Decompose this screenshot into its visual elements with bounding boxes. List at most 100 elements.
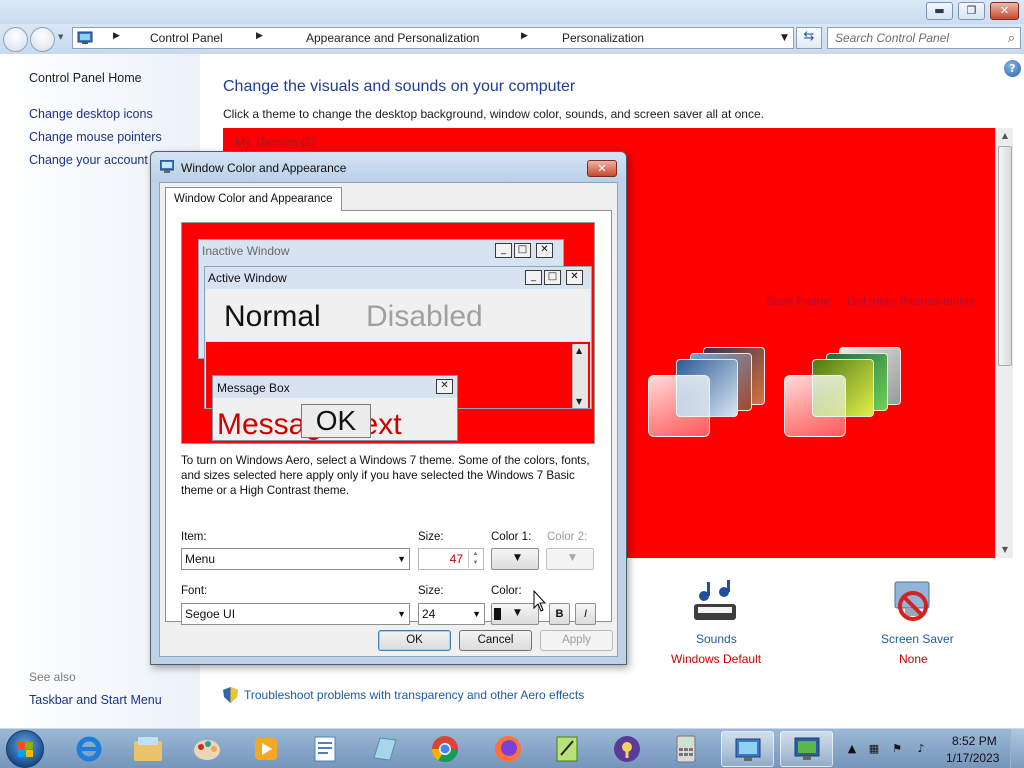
troubleshoot-aero-link[interactable]: Troubleshoot problems with transparency …	[244, 688, 584, 702]
sounds-link[interactable]: Sounds	[696, 632, 737, 646]
item-size-stepper[interactable]: 47 ▲ ▼	[418, 548, 484, 570]
save-theme-link[interactable]: Save theme	[766, 294, 830, 308]
dialog-titlebar[interactable]: Window Color and Appearance ✕	[151, 152, 626, 182]
get-more-themes-link[interactable]: Get more themes online	[847, 294, 975, 308]
theme-list-scrollbar[interactable]: ▲ ▼	[995, 128, 1013, 558]
clock-date[interactable]: 1/17/2023	[946, 751, 999, 765]
notepad-plus-plus-icon[interactable]	[543, 731, 591, 767]
address-bar[interactable]: ▶ Control Panel ▶ Appearance and Persona…	[72, 27, 794, 49]
message-box-title: Message Box	[217, 381, 290, 395]
show-desktop-button[interactable]	[1010, 729, 1024, 768]
theme-tile[interactable]	[784, 345, 901, 437]
windows-logo-icon	[18, 742, 33, 757]
breadcrumb-separator-icon[interactable]: ▶	[521, 31, 528, 41]
network-icon[interactable]: ▦	[867, 742, 881, 756]
close-icon: ✕	[436, 379, 453, 394]
stepper-arrows-icon[interactable]: ▲ ▼	[468, 550, 482, 568]
normal-text-sample: Normal	[224, 300, 321, 333]
search-icon[interactable]: ⌕	[1008, 30, 1015, 46]
control-panel-home-link[interactable]: Control Panel Home	[29, 71, 142, 85]
paint-icon[interactable]	[183, 731, 231, 767]
control-panel-taskbar-icon[interactable]	[721, 731, 774, 767]
media-player-icon[interactable]	[242, 731, 290, 767]
chrome-icon[interactable]	[421, 731, 469, 767]
calculator-icon[interactable]	[662, 731, 710, 767]
preview-scrollbar: ▲ ▼	[572, 344, 588, 408]
back-button[interactable]	[3, 27, 28, 52]
screen-saver-link[interactable]: Screen Saver	[881, 632, 954, 646]
breadcrumb-personalization[interactable]: Personalization	[562, 31, 644, 45]
internet-explorer-icon[interactable]	[65, 731, 113, 767]
breadcrumb-control-panel[interactable]: Control Panel	[150, 31, 223, 45]
action-center-icon[interactable]: ⚑	[890, 742, 904, 756]
refresh-button[interactable]: ⇆	[796, 27, 822, 49]
close-icon: ✕	[999, 4, 1010, 17]
clock-time[interactable]: 8:52 PM	[952, 734, 997, 748]
change-mouse-pointers-link[interactable]: Change mouse pointers	[29, 130, 162, 144]
music-icon[interactable]	[690, 580, 742, 626]
recent-pages-icon[interactable]: ▼	[58, 33, 63, 41]
start-button[interactable]	[6, 730, 44, 768]
minimize-button[interactable]: ▬	[926, 2, 953, 20]
scroll-down-icon[interactable]: ▼	[996, 542, 1014, 558]
font-color-picker[interactable]: ▼	[491, 603, 539, 625]
scroll-up-icon[interactable]: ▲	[996, 128, 1014, 144]
see-also-heading: See also	[29, 670, 76, 684]
notepad-icon[interactable]	[360, 731, 408, 767]
cancel-button[interactable]: Cancel	[459, 630, 532, 651]
no-screensaver-icon[interactable]	[889, 578, 937, 626]
change-desktop-icons-link[interactable]: Change desktop icons	[29, 107, 153, 121]
font-size-select[interactable]: 24 ▼	[418, 603, 485, 625]
chevron-down-icon: ▼	[569, 553, 576, 563]
message-ok-button-preview: OK	[301, 404, 371, 438]
keepass-icon[interactable]	[603, 731, 651, 767]
screen-saver-value: None	[899, 652, 928, 666]
show-hidden-icons-icon[interactable]: ▲	[845, 742, 859, 756]
breadcrumb-appearance[interactable]: Appearance and Personalization	[306, 31, 479, 45]
file-explorer-icon[interactable]	[124, 731, 172, 767]
color2-picker[interactable]: ▼	[546, 548, 594, 570]
dialog-close-button[interactable]: ✕	[587, 160, 617, 177]
breadcrumb-separator-icon[interactable]: ▶	[113, 31, 120, 41]
ok-button[interactable]: OK	[378, 630, 451, 651]
firefox-icon[interactable]	[484, 731, 532, 767]
tab-window-color-appearance[interactable]: Window Color and Appearance	[165, 187, 342, 211]
italic-button[interactable]: I	[575, 603, 596, 625]
taskbar-start-menu-link[interactable]: Taskbar and Start Menu	[29, 693, 162, 707]
help-icon[interactable]: ?	[1004, 60, 1021, 77]
item-select[interactable]: Menu ▼	[181, 548, 410, 570]
breadcrumb-separator-icon[interactable]: ▶	[256, 31, 263, 41]
search-input[interactable]: Search Control Panel ⌕	[827, 27, 1021, 49]
change-account-picture-link[interactable]: Change your account p	[29, 153, 158, 167]
font-size-value: 24	[422, 607, 436, 621]
wordpad-icon[interactable]	[301, 731, 349, 767]
color2-label: Color 2:	[547, 531, 588, 543]
item-size-value: 47	[449, 552, 463, 566]
appearance-preview[interactable]: Inactive Window _ □ ✕ Active Window _ □ …	[181, 222, 595, 444]
bold-button[interactable]: B	[549, 603, 570, 625]
page-title: Change the visuals and sounds on your co…	[223, 78, 576, 95]
restore-button[interactable]: ❐	[958, 2, 985, 20]
item-select-value: Menu	[185, 552, 216, 566]
navigation-bar: ▼ ▶ Control Panel ▶ Appearance and Perso…	[0, 24, 1024, 54]
minimize-icon: ▬	[934, 4, 945, 17]
volume-icon[interactable]: ♪	[914, 742, 928, 756]
shield-icon	[223, 687, 238, 703]
theme-tile[interactable]	[648, 345, 765, 437]
control-panel-icon	[77, 31, 93, 44]
close-window-button[interactable]: ✕	[990, 2, 1019, 20]
scroll-thumb[interactable]	[998, 146, 1012, 366]
forward-button[interactable]	[30, 27, 55, 52]
disabled-text-sample: Disabled	[366, 300, 483, 333]
apply-button[interactable]: Apply	[540, 630, 613, 651]
address-dropdown-icon[interactable]: ▼	[781, 33, 788, 43]
personalization-taskbar-icon[interactable]	[780, 731, 833, 767]
theme-glass-preview	[784, 375, 846, 437]
window-titlebar: ▬ ❐ ✕	[0, 0, 1024, 24]
color1-picker[interactable]: ▼	[491, 548, 539, 570]
mouse-cursor-icon	[533, 590, 547, 612]
font-select[interactable]: Segoe UI ▼	[181, 603, 410, 625]
chevron-down-icon: ▼	[472, 609, 481, 619]
close-icon: ✕	[597, 162, 607, 175]
message-box-preview[interactable]: Message Box ✕ Message Text OK	[212, 375, 458, 441]
